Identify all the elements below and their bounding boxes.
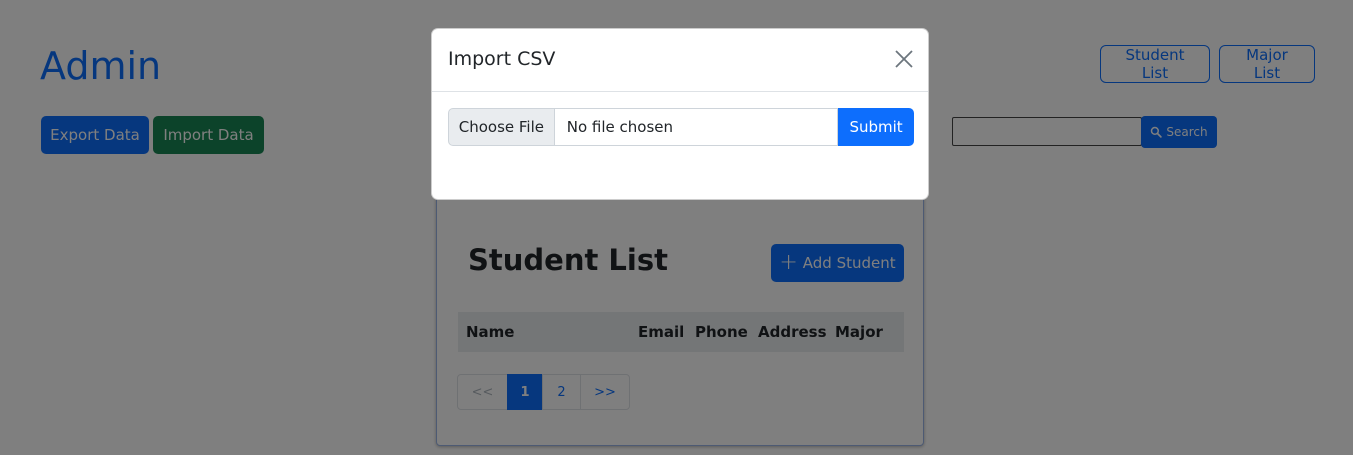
close-button[interactable] [894,49,914,69]
file-upload-group: Choose File No file chosen Submit [448,108,914,146]
file-name-display[interactable]: No file chosen [554,108,839,146]
choose-file-button[interactable]: Choose File [448,108,555,146]
submit-button[interactable]: Submit [838,108,914,146]
import-csv-modal: Import CSV Choose File No file chosen Su… [431,28,929,200]
admin-page: Admin Student List Major List Export Dat… [0,0,1353,455]
modal-title: Import CSV [448,48,556,70]
modal-header: Import CSV [432,29,928,92]
close-icon [895,50,913,68]
